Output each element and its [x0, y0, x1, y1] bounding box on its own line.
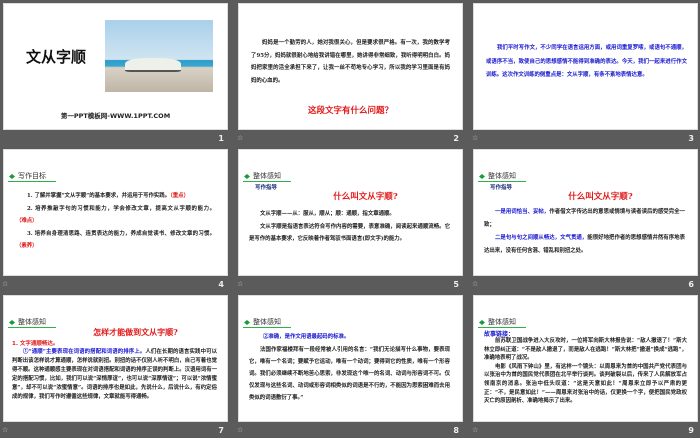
slide-4[interactable]: 写作目标 1. 了解并掌握“文从字顺”的基本要求，并运用于写作实践。（重点） 2… [3, 149, 228, 276]
slide-thumbnail-4[interactable]: 写作目标 1. 了解并掌握“文从字顺”的基本要求，并运用于写作实践。（重点） 2… [0, 146, 228, 292]
slide-question: 怎样才能做到文从字顺? [93, 327, 178, 337]
slide-paragraph: 一是用词恰当、妥帖，作者借文字传达出的意思或情境与读者读后的感受完全一致； [484, 209, 685, 228]
beach-book-image [105, 20, 213, 92]
transition-star-icon[interactable]: ☆ [472, 426, 478, 434]
slide-6[interactable]: 整体感知 写作指导 什么叫文从字顺? 一是用词恰当、妥帖，作者借文字传达出的意思… [473, 149, 698, 276]
section-header: 整体感知 [478, 318, 526, 328]
slide-thumbnail-3[interactable]: 我们平时写作文，不少同学在语言运用方面，或用词重复罗嗦，或语句不通顺，或语序不当… [470, 0, 698, 146]
slide-1[interactable]: 文从字顺 第一PPT模板网-WWW.1PPT.COM [3, 3, 228, 130]
slide-3[interactable]: 我们平时写作文，不少同学在语言运用方面，或用词重复罗嗦，或语句不通顺，或语序不当… [473, 3, 698, 130]
section-header: 写作目标 [8, 172, 56, 182]
transition-star-icon[interactable]: ☆ [472, 280, 478, 288]
slide-paragraph: 我们平时写作文，不少同学在语言运用方面，或用词重复罗嗦，或语句不通顺，或语序不当… [486, 45, 687, 78]
slide-number: 9 [688, 426, 694, 435]
slide-paragraph: 文从字顺是指语言表达符合写作内容的需要，表意准确，阅读起来通顺流畅。它是写作的基… [249, 223, 450, 243]
lead-sentence: ②准确，是作文用语最起码的标准。 [263, 334, 350, 340]
slide-number: 7 [218, 426, 224, 435]
transition-star-icon[interactable]: ☆ [472, 134, 478, 142]
slide-paragraph: 二是句与句之间顺从畅达，文气贯通，能很好地把作者的思想感情井然有序地表达出来，没… [484, 235, 685, 254]
slide-paragraph: ①“通顺”主要表现在词语的搭配和词语的排序上。人们在长期的语言实践中可以判断出该… [12, 349, 217, 400]
slide-footer: 第一PPT模板网-WWW.1PPT.COM [60, 112, 171, 120]
transition-star-icon[interactable]: ☆ [2, 426, 8, 434]
slide-number: 3 [688, 134, 694, 143]
slide-paragraph: 文从字顺——从：服从，顺从；顺：通顺，指文章通顺。 [260, 211, 395, 217]
section-header: 整体感知 [243, 318, 291, 328]
slide-2[interactable]: 妈妈是一个勤劳的人，她对我很关心，但是要求很严格。有一次，我的数学考了95分，妈… [238, 3, 463, 130]
slide-question: 什么叫文从字顺? [568, 192, 633, 202]
slide-thumbnail-5[interactable]: 整体感知 写作指导 什么叫文从字顺? 文从字顺——从：服从，顺从；顺：通顺，指文… [235, 146, 463, 292]
slide-paragraph: 妈妈是一个勤劳的人，她对我很关心，但是要求很严格。有一次，我的数学考了95分，妈… [251, 40, 450, 84]
slide-number: 5 [453, 280, 459, 289]
transition-star-icon[interactable]: ☆ [237, 426, 243, 434]
point-heading: 1. 文字通顺畅达。 [12, 341, 59, 347]
slide-thumbnail-6[interactable]: 整体感知 写作指导 什么叫文从字顺? 一是用词恰当、妥帖，作者借文字传达出的意思… [470, 146, 698, 292]
section-header: 整体感知 [478, 172, 526, 182]
slide-8[interactable]: 整体感知 ②准确，是作文用语最起码的标准。 法国作家福楼拜有一段经常被人引用的名… [238, 295, 463, 422]
slide-thumbnail-8[interactable]: 整体感知 ②准确，是作文用语最起码的标准。 法国作家福楼拜有一段经常被人引用的名… [235, 292, 463, 438]
slide-paragraph: 电影《风雨下钟山》里，有这样一个镜头：以周恩来为首的中国共产党代表团与以张治中为… [484, 363, 687, 405]
slide-question: 什么叫文从字顺? [333, 192, 398, 202]
slide-thumbnail-9[interactable]: 整体感知 故事链接： 前苏联卫国战争进入大反攻时，一位将军向斯大林报告说：“敌人… [470, 292, 698, 438]
transition-star-icon[interactable]: ☆ [237, 280, 243, 288]
objective-item: 1. 了解并掌握“文从字顺”的基本要求，并运用于写作实践。（重点） [27, 193, 189, 199]
objective-item: 3. 培养自身理清思路、连贯表达的能力，养成自觉读书、修改文章的习惯。（素养） [16, 230, 215, 250]
slide-question: 这段文字有什么问题？ [307, 106, 393, 116]
transition-star-icon[interactable]: ☆ [237, 134, 243, 142]
transition-star-icon[interactable]: ☆ [2, 280, 8, 288]
slide-thumbnail-2[interactable]: 妈妈是一个勤劳的人，她对我很关心，但是要求很严格。有一次，我的数学考了95分，妈… [235, 0, 463, 146]
slide-paragraph: 前苏联卫国战争进入大反攻时，一位将军向斯大林报告说：“敌人撤退了！”斯大林立即纠… [484, 338, 687, 362]
slide-number: 6 [688, 280, 694, 289]
slide-5[interactable]: 整体感知 写作指导 什么叫文从字顺? 文从字顺——从：服从，顺从；顺：通顺，指文… [238, 149, 463, 276]
slide-7[interactable]: 整体感知 怎样才能做到文从字顺? 1. 文字通顺畅达。 ①“通顺”主要表现在词语… [3, 295, 228, 422]
objective-item: 2. 培养推敲字句的习惯和能力，学会修改文章，提高文从字顺的能力。（难点） [16, 205, 215, 225]
slide-number: 2 [453, 134, 459, 143]
slide-thumbnail-1[interactable]: 文从字顺 第一PPT模板网-WWW.1PPT.COM 1 [0, 0, 228, 146]
slide-number: 4 [218, 280, 224, 289]
section-header: 整体感知 [243, 172, 291, 182]
slide-thumbnail-7[interactable]: 整体感知 怎样才能做到文从字顺? 1. 文字通顺畅达。 ①“通顺”主要表现在词语… [0, 292, 228, 438]
slide-9[interactable]: 整体感知 故事链接： 前苏联卫国战争进入大反攻时，一位将军向斯大林报告说：“敌人… [473, 295, 698, 422]
slide-paragraph: 法国作家福楼拜有一段经常被人引用的名言：“我们无论描写什么事物，要表现它，唯有一… [249, 347, 450, 401]
slide-number: 1 [218, 134, 224, 143]
slide-title: 文从字顺 [26, 48, 87, 66]
slide-number: 8 [453, 426, 459, 435]
